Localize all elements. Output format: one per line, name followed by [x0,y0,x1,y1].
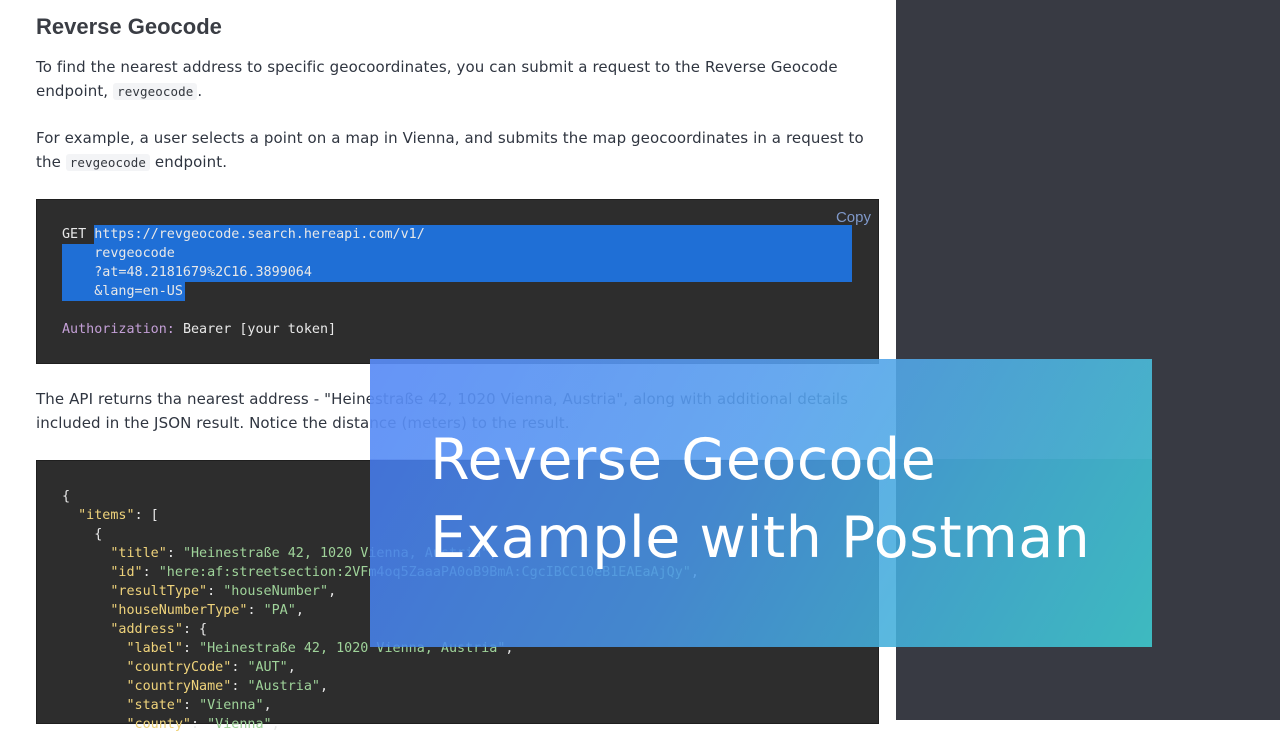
json-key: "id" [110,565,143,580]
code-line: "state": "Vienna", [126,698,272,713]
inline-code-revgeocode: revgeocode [113,82,198,100]
code-line: GET https://revgeocode.search.hereapi.co… [62,225,425,244]
json-brace: { [94,527,103,542]
json-key: "houseNumberType" [110,603,248,618]
url-segment: ?at=48.2181679%2C16.3899064 [94,265,312,280]
request-code-block[interactable]: Copy GET https://revgeocode.search.herea… [36,199,879,364]
url-segment: https://revgeocode.search.hereapi.com/v1… [94,227,425,242]
code-line: &lang=en-US [62,282,183,301]
json-key: "address" [110,622,183,637]
url-segment: revgeocode [94,246,175,261]
code-line: "county": "Vienna", [126,717,280,732]
code-line: "address": { [62,620,207,639]
http-method: GET [62,227,87,242]
auth-header-value: Bearer [your token] [182,322,337,337]
json-key: "state" [126,698,183,713]
json-key: "county" [126,717,192,732]
json-key: "title" [110,546,167,561]
copy-button[interactable]: Copy [836,209,871,226]
video-title-line2: Example with Postman [430,505,1091,571]
example-text-end: endpoint. [150,152,228,171]
intro-text-end: . [197,81,203,100]
json-string: "Austria" [247,679,320,694]
code-line: "houseNumberType": "PA", [110,603,304,618]
code-line: revgeocode [62,244,175,263]
json-string: "Vienna" [207,717,272,732]
json-string: "AUT" [247,660,288,675]
video-title-overlay: Reverse Geocode Example with Postman [370,359,1152,647]
json-string: "Vienna" [199,698,264,713]
url-segment: &lang=en-US [94,284,183,299]
json-key: "items" [78,508,135,523]
code-line: "resultType": "houseNumber", [110,584,337,599]
code-line: { [62,487,70,506]
code-line: Authorization: Bearer [your token] [62,320,336,339]
code-line: "countryCode": "AUT", [126,660,296,675]
auth-header-key: Authorization: [62,322,175,337]
section-heading: Reverse Geocode [36,14,222,39]
intro-paragraph: To find the nearest address to specific … [36,56,876,103]
json-string: "PA" [263,603,296,618]
code-line: "countryName": "Austria", [126,679,329,694]
json-key: "label" [126,641,183,656]
video-title: Reverse Geocode Example with Postman [430,421,1090,577]
json-punct: : [ [134,508,159,523]
json-key: "countryCode" [126,660,232,675]
inline-code-revgeocode: revgeocode [65,153,151,171]
json-brace: { [62,489,71,504]
code-line: { [62,525,102,544]
code-line: ?at=48.2181679%2C16.3899064 [62,263,312,282]
json-key: "countryName" [126,679,232,694]
video-title-line1: Reverse Geocode [430,427,937,493]
code-line: "items": [ [62,506,159,525]
json-key: "resultType" [110,584,208,599]
json-string: "houseNumber" [223,584,329,599]
example-paragraph: For example, a user selects a point on a… [36,127,876,174]
json-punct: : { [182,622,208,637]
